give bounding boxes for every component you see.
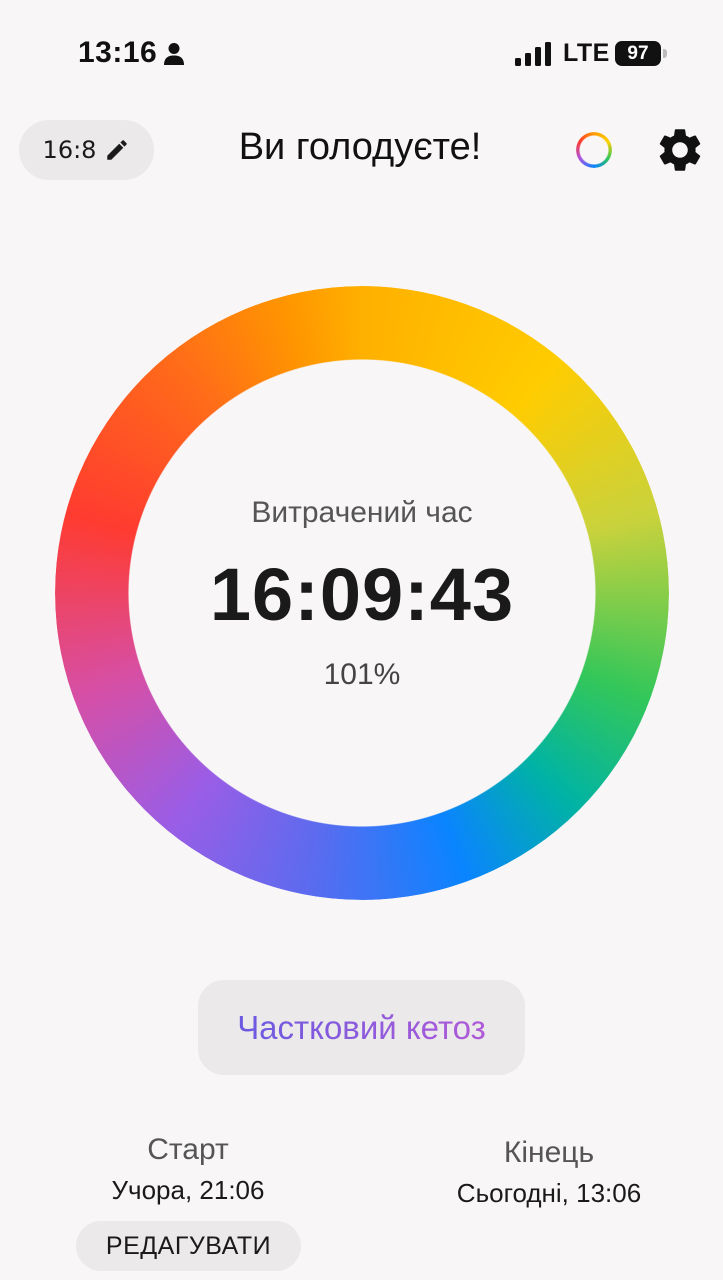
progress-ring-icon bbox=[576, 132, 612, 168]
status-bar: 13:16 LTE 97 bbox=[0, 0, 723, 100]
theme-ring-button[interactable] bbox=[568, 124, 620, 176]
pencil-icon bbox=[107, 140, 128, 160]
end-title: Кінець bbox=[503, 1136, 595, 1169]
battery-indicator: 97 bbox=[615, 41, 661, 66]
fasting-stage-button[interactable]: Частковий кетоз bbox=[198, 980, 525, 1075]
elapsed-percent: 101% bbox=[323, 658, 401, 691]
person-icon bbox=[164, 43, 184, 65]
battery-tip bbox=[663, 49, 667, 58]
fasting-screen: 13:16 LTE 97 16:8 Ви голодуєте! Витрачен… bbox=[0, 0, 723, 1280]
timer-display: Витрачений час 16:09:43 101% bbox=[128, 360, 596, 828]
network-label: LTE bbox=[563, 39, 610, 67]
page-title: Ви голодуєте! bbox=[238, 126, 482, 168]
fasting-plan-button[interactable]: 16:8 bbox=[19, 120, 154, 180]
fasting-stage-label: Частковий кетоз bbox=[237, 1008, 486, 1046]
start-info: Старт Учора, 21:06 bbox=[88, 1132, 288, 1206]
gear-icon bbox=[659, 129, 701, 171]
elapsed-label: Витрачений час bbox=[251, 496, 473, 529]
end-info: Кінець Сьогодні, 13:06 bbox=[440, 1135, 658, 1209]
start-title: Старт bbox=[147, 1133, 229, 1166]
settings-button[interactable] bbox=[652, 122, 708, 178]
signal-icon bbox=[515, 42, 551, 66]
end-value: Сьогодні, 13:06 bbox=[456, 1178, 642, 1208]
status-time: 13:16 bbox=[78, 36, 158, 69]
elapsed-time: 16:09:43 bbox=[209, 553, 515, 636]
fasting-plan-label: 16:8 bbox=[42, 136, 97, 164]
start-value: Учора, 21:06 bbox=[111, 1175, 265, 1205]
edit-start-button[interactable]: РЕДАГУВАТИ bbox=[76, 1221, 301, 1271]
